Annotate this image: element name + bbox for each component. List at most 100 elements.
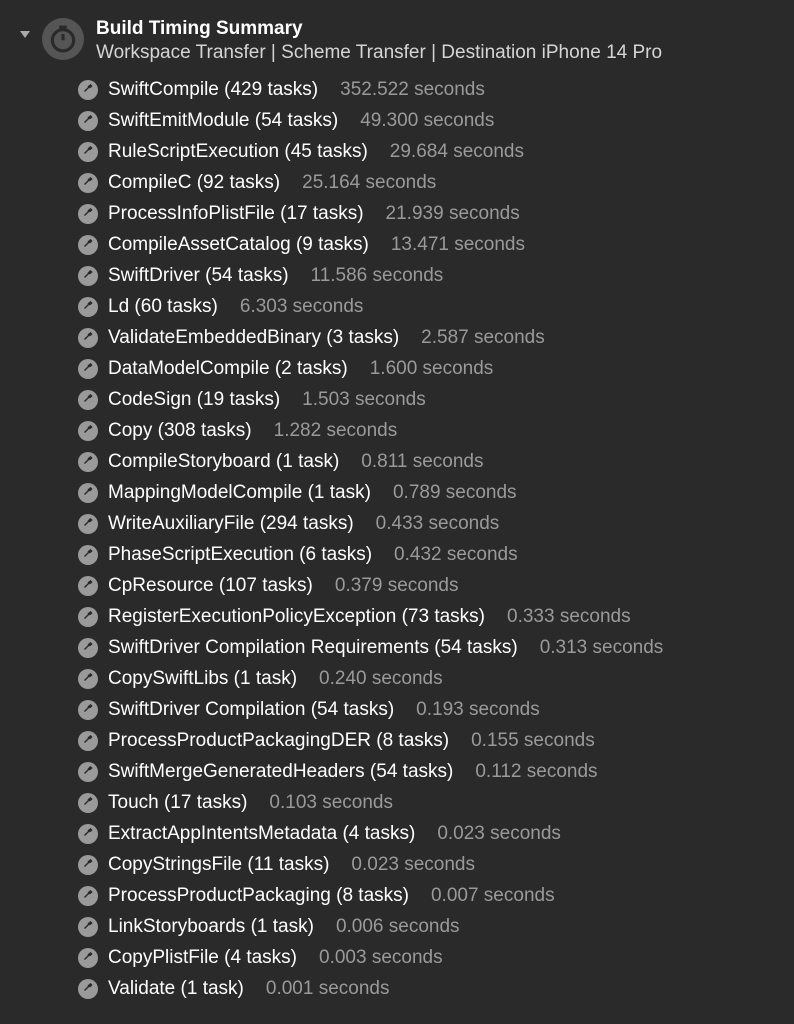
task-name: ProcessProductPackagingDER bbox=[108, 730, 376, 752]
task-label: Ld (60 tasks) bbox=[108, 296, 218, 318]
task-row[interactable]: ProcessProductPackagingDER (8 tasks)0.15… bbox=[78, 725, 774, 756]
hammer-icon bbox=[78, 514, 98, 534]
hammer-icon bbox=[78, 576, 98, 596]
task-row[interactable]: CopySwiftLibs (1 task)0.240 seconds bbox=[78, 663, 774, 694]
task-row[interactable]: CopyPlistFile (4 tasks)0.003 seconds bbox=[78, 942, 774, 973]
hammer-icon bbox=[78, 235, 98, 255]
task-row[interactable]: ProcessInfoPlistFile (17 tasks)21.939 se… bbox=[78, 198, 774, 229]
page-subtitle: Workspace Transfer | Scheme Transfer | D… bbox=[96, 42, 662, 64]
task-row[interactable]: SwiftCompile (429 tasks)352.522 seconds bbox=[78, 74, 774, 105]
task-name: SwiftDriver bbox=[108, 265, 205, 287]
task-name: SwiftMergeGeneratedHeaders bbox=[108, 761, 370, 783]
task-time: 0.007 seconds bbox=[431, 885, 555, 907]
task-time: 0.006 seconds bbox=[336, 916, 460, 938]
hammer-icon bbox=[78, 824, 98, 844]
task-time: 1.282 seconds bbox=[274, 420, 398, 442]
build-tasks-list: SwiftCompile (429 tasks)352.522 secondsS… bbox=[78, 74, 774, 1004]
task-name: SwiftDriver Compilation Requirements bbox=[108, 637, 434, 659]
task-row[interactable]: CompileAssetCatalog (9 tasks)13.471 seco… bbox=[78, 229, 774, 260]
task-row[interactable]: ValidateEmbeddedBinary (3 tasks) 2.587 se… bbox=[78, 322, 774, 353]
task-name: Touch bbox=[108, 792, 164, 814]
task-name: RuleScriptExecution bbox=[108, 141, 284, 163]
chevron-down-icon[interactable] bbox=[20, 28, 30, 42]
task-time: 0.023 seconds bbox=[437, 823, 561, 845]
task-row[interactable]: CpResource (107 tasks)0.379 seconds bbox=[78, 570, 774, 601]
task-count: (1 task) bbox=[181, 978, 244, 1000]
task-row[interactable]: Validate (1 task)0.001 seconds bbox=[78, 973, 774, 1004]
task-count: (308 tasks) bbox=[158, 420, 252, 442]
task-row[interactable]: PhaseScriptExecution (6 tasks)0.432 seco… bbox=[78, 539, 774, 570]
hammer-icon bbox=[78, 793, 98, 813]
task-count: (17 tasks) bbox=[164, 792, 247, 814]
task-label: CompileAssetCatalog (9 tasks) bbox=[108, 234, 369, 256]
task-row[interactable]: RuleScriptExecution (45 tasks)29.684 sec… bbox=[78, 136, 774, 167]
task-row[interactable]: SwiftEmitModule (54 tasks) 49.300 seconds bbox=[78, 105, 774, 136]
task-row[interactable]: Ld (60 tasks)6.303 seconds bbox=[78, 291, 774, 322]
task-row[interactable]: CompileStoryboard (1 task)0.811 seconds bbox=[78, 446, 774, 477]
task-row[interactable]: RegisterExecutionPolicyException (73 tas… bbox=[78, 601, 774, 632]
task-time: 49.300 seconds bbox=[360, 110, 494, 132]
task-name: CopyPlistFile bbox=[108, 947, 224, 969]
task-time: 2.587 seconds bbox=[421, 327, 545, 349]
task-row[interactable]: SwiftDriver Compilation Requirements (54… bbox=[78, 632, 774, 663]
timer-icon bbox=[42, 18, 84, 60]
task-row[interactable]: WriteAuxiliaryFile (294 tasks)0.433 seco… bbox=[78, 508, 774, 539]
task-time: 0.789 seconds bbox=[393, 482, 517, 504]
task-row[interactable]: SwiftDriver (54 tasks) 11.586 seconds bbox=[78, 260, 774, 291]
task-count: (8 tasks) bbox=[376, 730, 449, 752]
task-name: Copy bbox=[108, 420, 158, 442]
hammer-icon bbox=[78, 638, 98, 658]
task-row[interactable]: CodeSign (19 tasks)1.503 seconds bbox=[78, 384, 774, 415]
task-time: 0.433 seconds bbox=[376, 513, 500, 535]
task-time: 0.112 seconds bbox=[475, 761, 597, 783]
task-count: (107 tasks) bbox=[219, 575, 313, 597]
task-name: WriteAuxiliaryFile bbox=[108, 513, 260, 535]
hammer-icon bbox=[78, 948, 98, 968]
task-time: 1.600 seconds bbox=[370, 358, 494, 380]
task-label: SwiftDriver Compilation Requirements (54… bbox=[108, 637, 518, 659]
task-count: (60 tasks) bbox=[134, 296, 217, 318]
task-row[interactable]: CompileC (92 tasks)25.164 seconds bbox=[78, 167, 774, 198]
task-row[interactable]: CopyStringsFile (11 tasks) 0.023 seconds bbox=[78, 849, 774, 880]
task-row[interactable]: Copy (308 tasks) 1.282 seconds bbox=[78, 415, 774, 446]
task-row[interactable]: MappingModelCompile (1 task)0.789 second… bbox=[78, 477, 774, 508]
task-row[interactable]: Touch (17 tasks)0.103 seconds bbox=[78, 787, 774, 818]
hammer-icon bbox=[78, 452, 98, 472]
task-count: (73 tasks) bbox=[402, 606, 485, 628]
task-name: LinkStoryboards bbox=[108, 916, 251, 938]
task-label: ValidateEmbeddedBinary (3 tasks) bbox=[108, 327, 399, 349]
task-row[interactable]: ExtractAppIntentsMetadata (4 tasks)0.023… bbox=[78, 818, 774, 849]
task-count: (19 tasks) bbox=[197, 389, 280, 411]
task-name: ExtractAppIntentsMetadata bbox=[108, 823, 342, 845]
task-label: ProcessProductPackagingDER (8 tasks) bbox=[108, 730, 449, 752]
hammer-icon bbox=[78, 762, 98, 782]
task-time: 0.023 seconds bbox=[351, 854, 475, 876]
task-count: (1 task) bbox=[308, 482, 371, 504]
hammer-icon bbox=[78, 700, 98, 720]
task-label: Touch (17 tasks) bbox=[108, 792, 247, 814]
hammer-icon bbox=[78, 390, 98, 410]
task-row[interactable]: SwiftDriver Compilation (54 tasks)0.193 … bbox=[78, 694, 774, 725]
hammer-icon bbox=[78, 204, 98, 224]
hammer-icon bbox=[78, 917, 98, 937]
hammer-icon bbox=[78, 328, 98, 348]
summary-header: Build Timing Summary Workspace Transfer … bbox=[20, 18, 774, 64]
task-count: (54 tasks) bbox=[205, 265, 288, 287]
task-label: SwiftEmitModule (54 tasks) bbox=[108, 110, 338, 132]
task-name: CompileStoryboard bbox=[108, 451, 276, 473]
task-time: 11.586 seconds bbox=[311, 265, 444, 287]
task-label: CopyStringsFile (11 tasks) bbox=[108, 854, 329, 876]
task-name: SwiftDriver Compilation bbox=[108, 699, 311, 721]
task-label: ProcessProductPackaging (8 tasks) bbox=[108, 885, 409, 907]
task-label: ProcessInfoPlistFile (17 tasks) bbox=[108, 203, 364, 225]
task-row[interactable]: DataModelCompile (2 tasks)1.600 seconds bbox=[78, 353, 774, 384]
task-row[interactable]: SwiftMergeGeneratedHeaders (54 tasks)0.1… bbox=[78, 756, 774, 787]
task-label: RuleScriptExecution (45 tasks) bbox=[108, 141, 368, 163]
task-time: 0.432 seconds bbox=[394, 544, 518, 566]
page-title: Build Timing Summary bbox=[96, 18, 662, 40]
task-row[interactable]: ProcessProductPackaging (8 tasks) 0.007 s… bbox=[78, 880, 774, 911]
hammer-icon bbox=[78, 421, 98, 441]
task-count: (2 tasks) bbox=[275, 358, 348, 380]
hammer-icon bbox=[78, 80, 98, 100]
task-row[interactable]: LinkStoryboards (1 task)0.006 seconds bbox=[78, 911, 774, 942]
